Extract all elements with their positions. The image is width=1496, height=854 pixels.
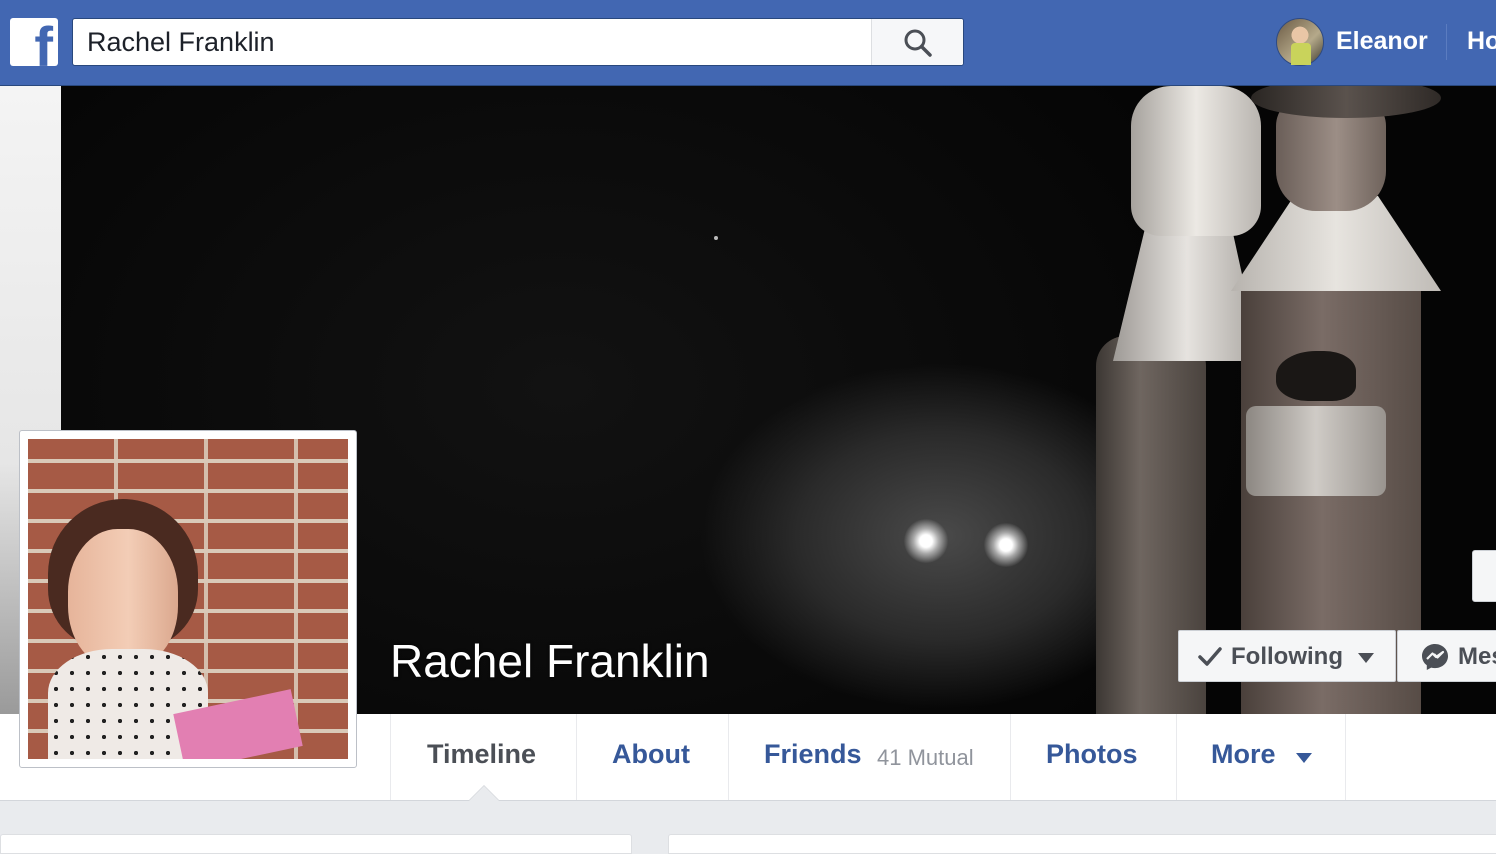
search-bar xyxy=(72,18,964,66)
intro-card xyxy=(0,834,632,854)
cover-figure xyxy=(1131,86,1261,236)
cover-figure xyxy=(1276,351,1356,401)
tab-label: More xyxy=(1211,739,1276,769)
active-tab-indicator xyxy=(469,786,499,801)
profile-picture[interactable] xyxy=(19,430,357,768)
tab-photos[interactable]: Photos xyxy=(1010,714,1176,800)
checkmark-icon xyxy=(1198,647,1222,666)
profile-name[interactable]: Rachel Franklin xyxy=(390,634,710,688)
tab-friends[interactable]: Friends 41 Mutual xyxy=(728,714,1010,800)
top-navigation-bar: f Eleanor Home xyxy=(0,0,1496,86)
user-name-link[interactable]: Eleanor xyxy=(1336,27,1428,56)
cover-figure xyxy=(1246,406,1386,496)
tab-label: About xyxy=(612,739,690,769)
messenger-icon xyxy=(1422,644,1448,670)
search-button[interactable] xyxy=(871,19,963,65)
user-avatar[interactable] xyxy=(1276,18,1324,66)
tab-label: Timeline xyxy=(427,739,537,769)
caret-down-icon xyxy=(1296,753,1312,763)
profile-photo xyxy=(28,439,348,759)
caret-down-icon xyxy=(1358,653,1374,663)
cover-light xyxy=(984,523,1028,567)
tab-about[interactable]: About xyxy=(576,714,728,800)
cover-figure xyxy=(1113,226,1261,361)
cover-light xyxy=(904,519,948,563)
cover-side-tab[interactable] xyxy=(1472,550,1496,602)
mutual-friends-count: 41 Mutual xyxy=(877,745,974,770)
search-input[interactable] xyxy=(73,19,873,65)
facebook-logo-icon[interactable]: f xyxy=(10,18,58,66)
following-button[interactable]: Following xyxy=(1178,630,1396,682)
tab-label: Friends xyxy=(764,739,862,769)
tab-label: Photos xyxy=(1046,739,1138,769)
tab-more[interactable]: More xyxy=(1176,714,1346,800)
message-label: Message xyxy=(1458,643,1496,670)
message-button[interactable]: Message xyxy=(1397,630,1496,682)
timeline-card xyxy=(668,834,1496,854)
following-label: Following xyxy=(1231,643,1343,670)
photo-detail xyxy=(68,529,178,669)
cover-speck xyxy=(714,236,718,240)
header-divider xyxy=(1446,24,1447,60)
search-icon xyxy=(904,29,932,57)
home-link[interactable]: Home xyxy=(1467,27,1496,56)
